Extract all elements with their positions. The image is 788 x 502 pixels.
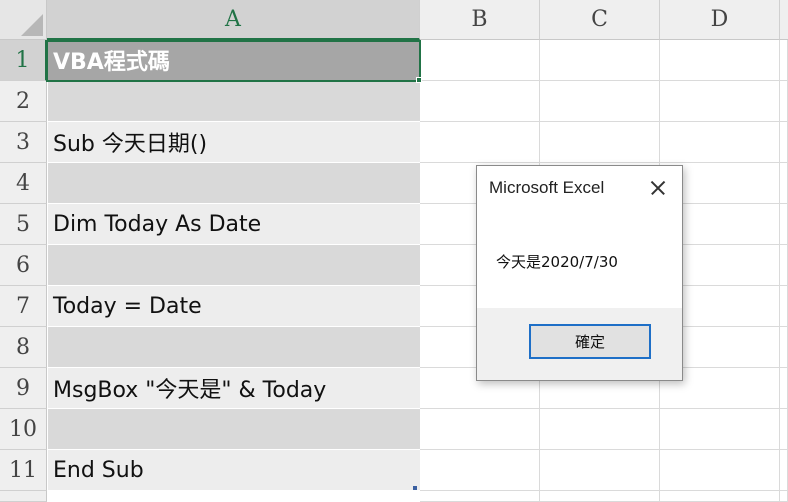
row-header-4[interactable]: 4 xyxy=(0,163,47,204)
grid-cell[interactable] xyxy=(780,81,788,122)
row-header-7[interactable]: 7 xyxy=(0,286,47,327)
grid-cell[interactable] xyxy=(660,450,780,491)
grid-cell[interactable] xyxy=(660,40,780,81)
row-header-12-partial[interactable] xyxy=(0,491,47,502)
grid-cell[interactable] xyxy=(540,122,660,163)
dialog-footer: 確定 xyxy=(477,308,682,380)
grid-cell[interactable] xyxy=(780,204,788,245)
grid-cell[interactable] xyxy=(780,327,788,368)
grid-cell[interactable] xyxy=(420,81,540,122)
column-header-e-partial[interactable] xyxy=(780,0,788,40)
grid-cell[interactable] xyxy=(780,450,788,491)
grid-cell[interactable] xyxy=(660,81,780,122)
grid-cell[interactable] xyxy=(780,245,788,286)
grid-cell[interactable] xyxy=(660,409,780,450)
grid-cell[interactable] xyxy=(540,491,660,502)
cell-a10[interactable] xyxy=(48,409,420,450)
cell-a3[interactable]: Sub 今天日期() xyxy=(48,122,420,163)
cell-a8[interactable] xyxy=(48,327,420,368)
grid-cell[interactable] xyxy=(420,40,540,81)
row-header-9[interactable]: 9 xyxy=(0,368,47,409)
column-header-d[interactable]: D xyxy=(660,0,780,40)
grid-cell[interactable] xyxy=(420,409,540,450)
cell-a2[interactable] xyxy=(48,81,420,122)
column-header-c[interactable]: C xyxy=(540,0,660,40)
row-header-8[interactable]: 8 xyxy=(0,327,47,368)
cell-a12-partial[interactable] xyxy=(48,491,420,502)
cell-a1[interactable]: VBA程式碼 xyxy=(48,40,420,81)
cell-a11[interactable]: End Sub xyxy=(48,450,420,491)
row-header-5[interactable]: 5 xyxy=(0,204,47,245)
dialog-title: Microsoft Excel xyxy=(489,178,605,197)
grid-cell[interactable] xyxy=(540,81,660,122)
cell-a9[interactable]: MsgBox "今天是" & Today xyxy=(48,368,420,409)
cell-a6[interactable] xyxy=(48,245,420,286)
row-header-6[interactable]: 6 xyxy=(0,245,47,286)
row-header-11[interactable]: 11 xyxy=(0,450,47,491)
grid-cell[interactable] xyxy=(420,450,540,491)
grid-cell[interactable] xyxy=(780,163,788,204)
row-header-2[interactable]: 2 xyxy=(0,81,47,122)
close-icon[interactable] xyxy=(646,176,670,200)
row-header-3[interactable]: 3 xyxy=(0,122,47,163)
column-header-b[interactable]: B xyxy=(420,0,540,40)
grid-cell[interactable] xyxy=(540,450,660,491)
select-all-corner[interactable] xyxy=(0,0,47,40)
row-header-1[interactable]: 1 xyxy=(0,40,47,81)
fill-handle[interactable] xyxy=(416,77,422,83)
grid-cell[interactable] xyxy=(780,40,788,81)
grid-cell[interactable] xyxy=(420,122,540,163)
ok-button[interactable]: 確定 xyxy=(529,324,651,359)
grid-cell[interactable] xyxy=(540,40,660,81)
grid-cell[interactable] xyxy=(780,368,788,409)
grid-cell[interactable] xyxy=(660,491,780,502)
range-end-marker xyxy=(413,486,417,490)
grid-cell[interactable] xyxy=(420,491,540,502)
row-header-10[interactable]: 10 xyxy=(0,409,47,450)
cell-a5[interactable]: Dim Today As Date xyxy=(48,204,420,245)
dialog-message: 今天是2020/7/30 xyxy=(496,253,618,271)
cell-a4[interactable] xyxy=(48,163,420,204)
grid-cell[interactable] xyxy=(660,122,780,163)
grid-cell[interactable] xyxy=(780,409,788,450)
cell-a7[interactable]: Today = Date xyxy=(48,286,420,327)
column-header-a[interactable]: A xyxy=(47,0,420,40)
msgbox-dialog: Microsoft Excel 今天是2020/7/30 確定 xyxy=(476,165,683,381)
grid-cell[interactable] xyxy=(780,286,788,327)
select-all-triangle-icon xyxy=(21,14,43,36)
grid-cell[interactable] xyxy=(780,491,788,502)
grid-cell[interactable] xyxy=(540,409,660,450)
grid-cell[interactable] xyxy=(780,122,788,163)
